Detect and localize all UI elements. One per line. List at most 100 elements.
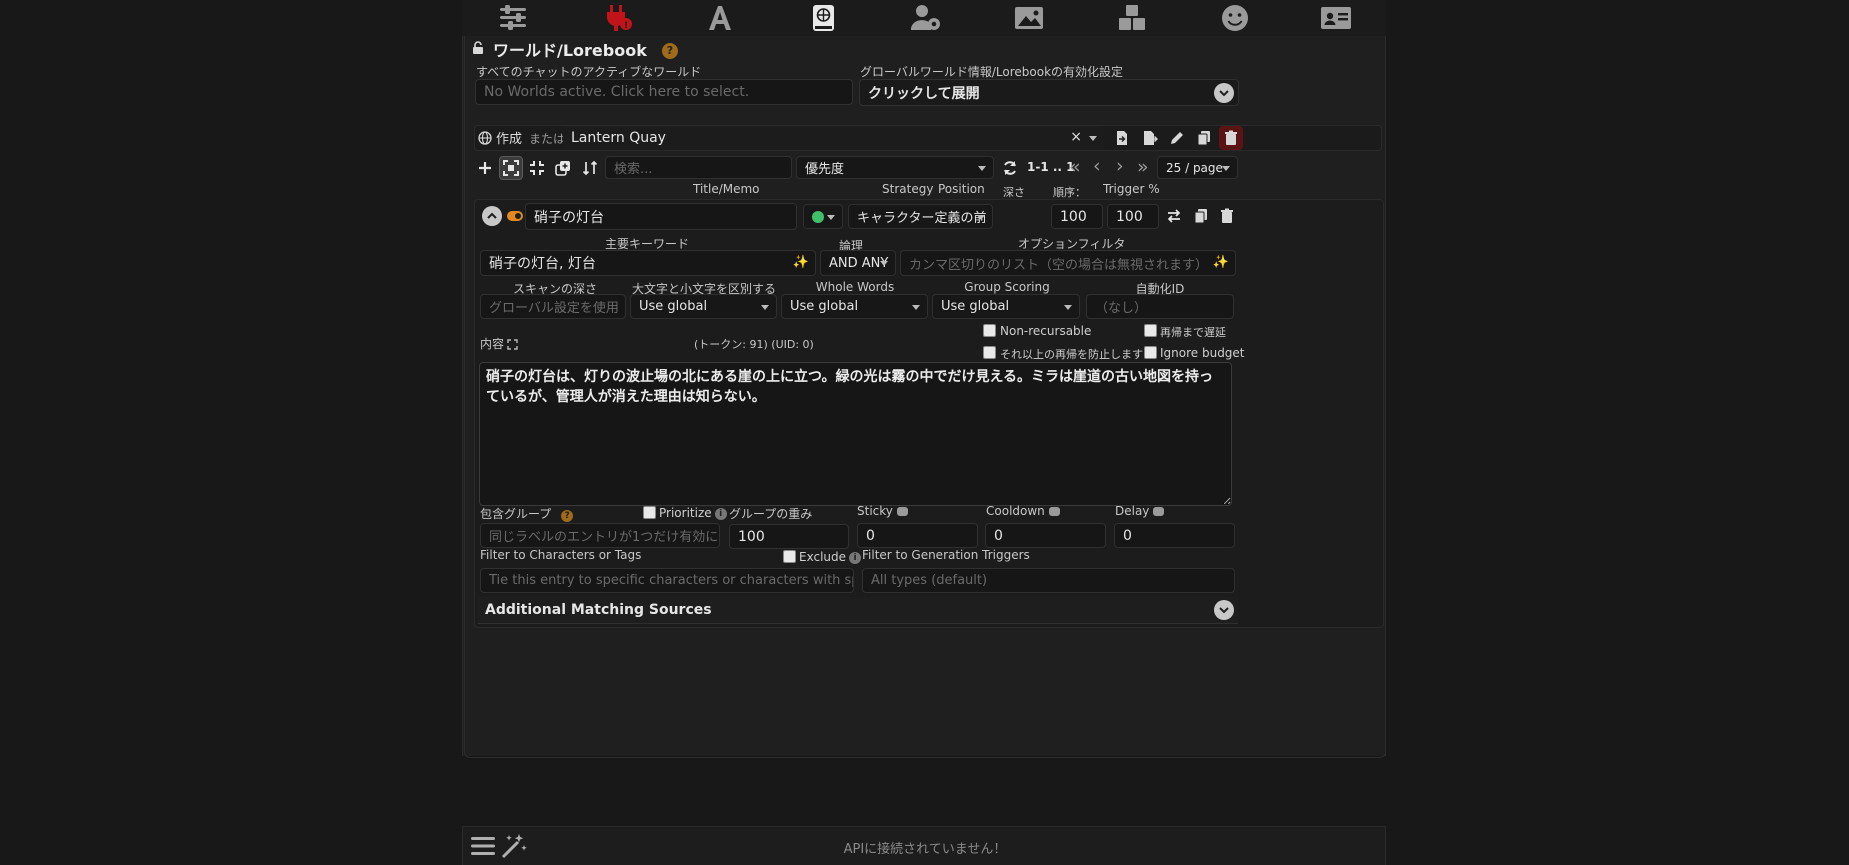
non-recursable-checkbox[interactable]	[983, 324, 996, 337]
prev-page-icon[interactable]: ‹	[1093, 155, 1101, 177]
first-page-icon[interactable]: «	[1069, 156, 1081, 178]
book-atlas-icon[interactable]	[806, 2, 840, 34]
token-info: (トークン: 91) (UID: 0)	[694, 338, 814, 351]
filter-triggers-input[interactable]: All types (default)	[862, 568, 1235, 593]
magic-wand-icon[interactable]: ✨	[1213, 255, 1229, 270]
bottom-input-bar: APIに接続されていません！	[462, 826, 1386, 865]
info-icon[interactable]: i	[714, 507, 727, 520]
sort-select-value: 優先度	[805, 162, 845, 177]
exclude-checkbox[interactable]	[783, 550, 796, 563]
delete-world-button[interactable]	[1219, 126, 1243, 150]
content-label: 内容	[480, 337, 505, 351]
info-icon[interactable]: i	[849, 551, 862, 564]
scan-depth-input[interactable]: グローバル設定を使用	[480, 294, 626, 319]
whole-words-value: Use global	[790, 299, 859, 314]
prioritize-checkbox[interactable]	[643, 506, 656, 519]
chevron-down-icon[interactable]	[1214, 83, 1234, 103]
strategy-dot-icon	[812, 211, 824, 223]
entry-content-textarea[interactable]: 硝子の灯台は、灯りの波止場の北にある崖の上に立つ。緑の光は霧の中でだけ見える。ミ…	[479, 362, 1232, 506]
face-smile-icon[interactable]	[1218, 2, 1252, 34]
sticky-input[interactable]: 0	[857, 523, 978, 548]
delay-input[interactable]: 0	[1114, 523, 1235, 548]
sticky-label: Sticky	[857, 504, 908, 518]
expand-all-button[interactable]	[499, 156, 523, 180]
cooldown-input[interactable]: 0	[985, 523, 1106, 548]
delete-entry-button[interactable]	[1215, 204, 1239, 228]
chevron-up-icon[interactable]	[482, 206, 502, 226]
delay-label: Delay	[1115, 504, 1165, 518]
clear-icon[interactable]: ×	[1070, 129, 1082, 145]
sort-select[interactable]: 優先度	[796, 156, 994, 179]
world-select[interactable]: Lantern Quay ×	[563, 126, 1104, 150]
ignore-budget-checkbox[interactable]	[1144, 346, 1157, 359]
pagination-info: 1-1 .. 1	[1027, 160, 1075, 174]
per-page-select[interactable]: 25 / page	[1157, 156, 1238, 179]
entry-title-input[interactable]: 硝子の灯台	[525, 203, 797, 230]
plug-icon[interactable]: !	[600, 2, 634, 34]
next-page-icon[interactable]: ›	[1116, 155, 1124, 177]
cooldown-label: Cooldown	[986, 504, 1060, 518]
help-icon[interactable]: ?	[561, 510, 574, 522]
trigger-input[interactable]: 100	[1107, 204, 1159, 229]
whole-words-select[interactable]: Use global	[781, 294, 928, 319]
chevron-down-icon[interactable]	[1214, 600, 1234, 620]
svg-text:!: !	[624, 21, 628, 31]
global-settings-toggle[interactable]: クリックして展開	[859, 79, 1239, 106]
sort-order-button[interactable]	[578, 156, 602, 180]
strategy-select[interactable]	[803, 204, 843, 229]
font-icon[interactable]	[703, 2, 737, 34]
optional-filter-input[interactable]: カンマ区切りのリスト（空の場合は無視されます） ✨	[900, 250, 1236, 276]
comments-icon	[896, 507, 908, 516]
entry-enabled-toggle[interactable]	[507, 211, 523, 221]
expand-content-icon[interactable]	[507, 335, 518, 350]
non-recursable-label: Non-recursable	[1000, 324, 1092, 338]
active-worlds-label: すべてのチャットのアクティブなワールド	[476, 65, 702, 79]
rename-world-button[interactable]	[1165, 126, 1189, 150]
group-scoring-select[interactable]: Use global	[932, 294, 1080, 319]
logic-select[interactable]: AND ANY	[820, 250, 896, 276]
image-icon[interactable]	[1012, 2, 1046, 34]
cubes-icon[interactable]	[1115, 2, 1149, 34]
search-input[interactable]: 検索...	[605, 156, 792, 179]
active-worlds-select[interactable]: No Worlds active. Click here to select.	[475, 79, 853, 105]
case-sensitive-select[interactable]: Use global	[630, 294, 777, 319]
group-weight-label: グループの重み	[729, 507, 813, 521]
address-card-icon[interactable]	[1319, 2, 1353, 34]
create-world-button[interactable]: 作成	[496, 128, 522, 147]
inclusion-group-input[interactable]: 同じラベルのエントリが1つだけ有効になります	[480, 523, 720, 548]
import-world-button[interactable]	[1110, 126, 1134, 150]
new-entry-button[interactable]	[473, 156, 497, 180]
globe-icon[interactable]	[478, 130, 492, 145]
refresh-icon[interactable]	[998, 156, 1022, 180]
api-status-text: APIに接続されていません！	[843, 842, 1007, 857]
prioritize-label: Prioritize i	[659, 506, 727, 520]
automation-id-input[interactable]: （なし）	[1086, 294, 1234, 319]
world-select-value: Lantern Quay	[571, 130, 666, 146]
ignore-budget-label: Ignore budget	[1160, 346, 1245, 360]
group-weight-input[interactable]: 100	[729, 524, 849, 549]
primary-keywords-input[interactable]: 硝子の灯台, 灯台 ✨	[480, 250, 816, 276]
delay-until-recursion-checkbox[interactable]	[1144, 324, 1157, 337]
duplicate-entry-button[interactable]	[1189, 204, 1213, 228]
help-icon[interactable]: ?	[662, 39, 678, 59]
lock-icon[interactable]	[471, 40, 485, 54]
filter-characters-input[interactable]: Tie this entry to specific characters or…	[480, 568, 854, 593]
duplicate-world-button[interactable]	[1192, 126, 1216, 150]
case-sensitive-value: Use global	[639, 299, 708, 314]
position-select[interactable]: キャラクター定義の前	[848, 204, 993, 229]
additional-sources-drawer[interactable]: Additional Matching Sources	[478, 597, 1238, 624]
export-world-button[interactable]	[1138, 126, 1162, 150]
order-input[interactable]: 100	[1051, 204, 1103, 229]
sliders-icon[interactable]	[496, 2, 530, 34]
collapse-all-button[interactable]	[525, 156, 549, 180]
user-gear-icon[interactable]	[909, 2, 943, 34]
top-navigation-bar: !	[462, 0, 1386, 36]
magic-wand-icon[interactable]: ✨	[793, 255, 809, 270]
move-entry-button[interactable]	[1162, 204, 1186, 228]
fill-memos-button[interactable]	[551, 156, 575, 180]
global-settings-label: グローバルワールド情報/Lorebookの有効化設定	[860, 65, 1124, 79]
last-page-icon[interactable]: »	[1137, 156, 1149, 178]
world-info-panel: ワールド/Lorebook ? すべてのチャットのアクティブなワールド No W…	[462, 36, 1386, 758]
comments-icon	[1153, 507, 1165, 516]
prevent-recursion-checkbox[interactable]	[983, 346, 996, 359]
